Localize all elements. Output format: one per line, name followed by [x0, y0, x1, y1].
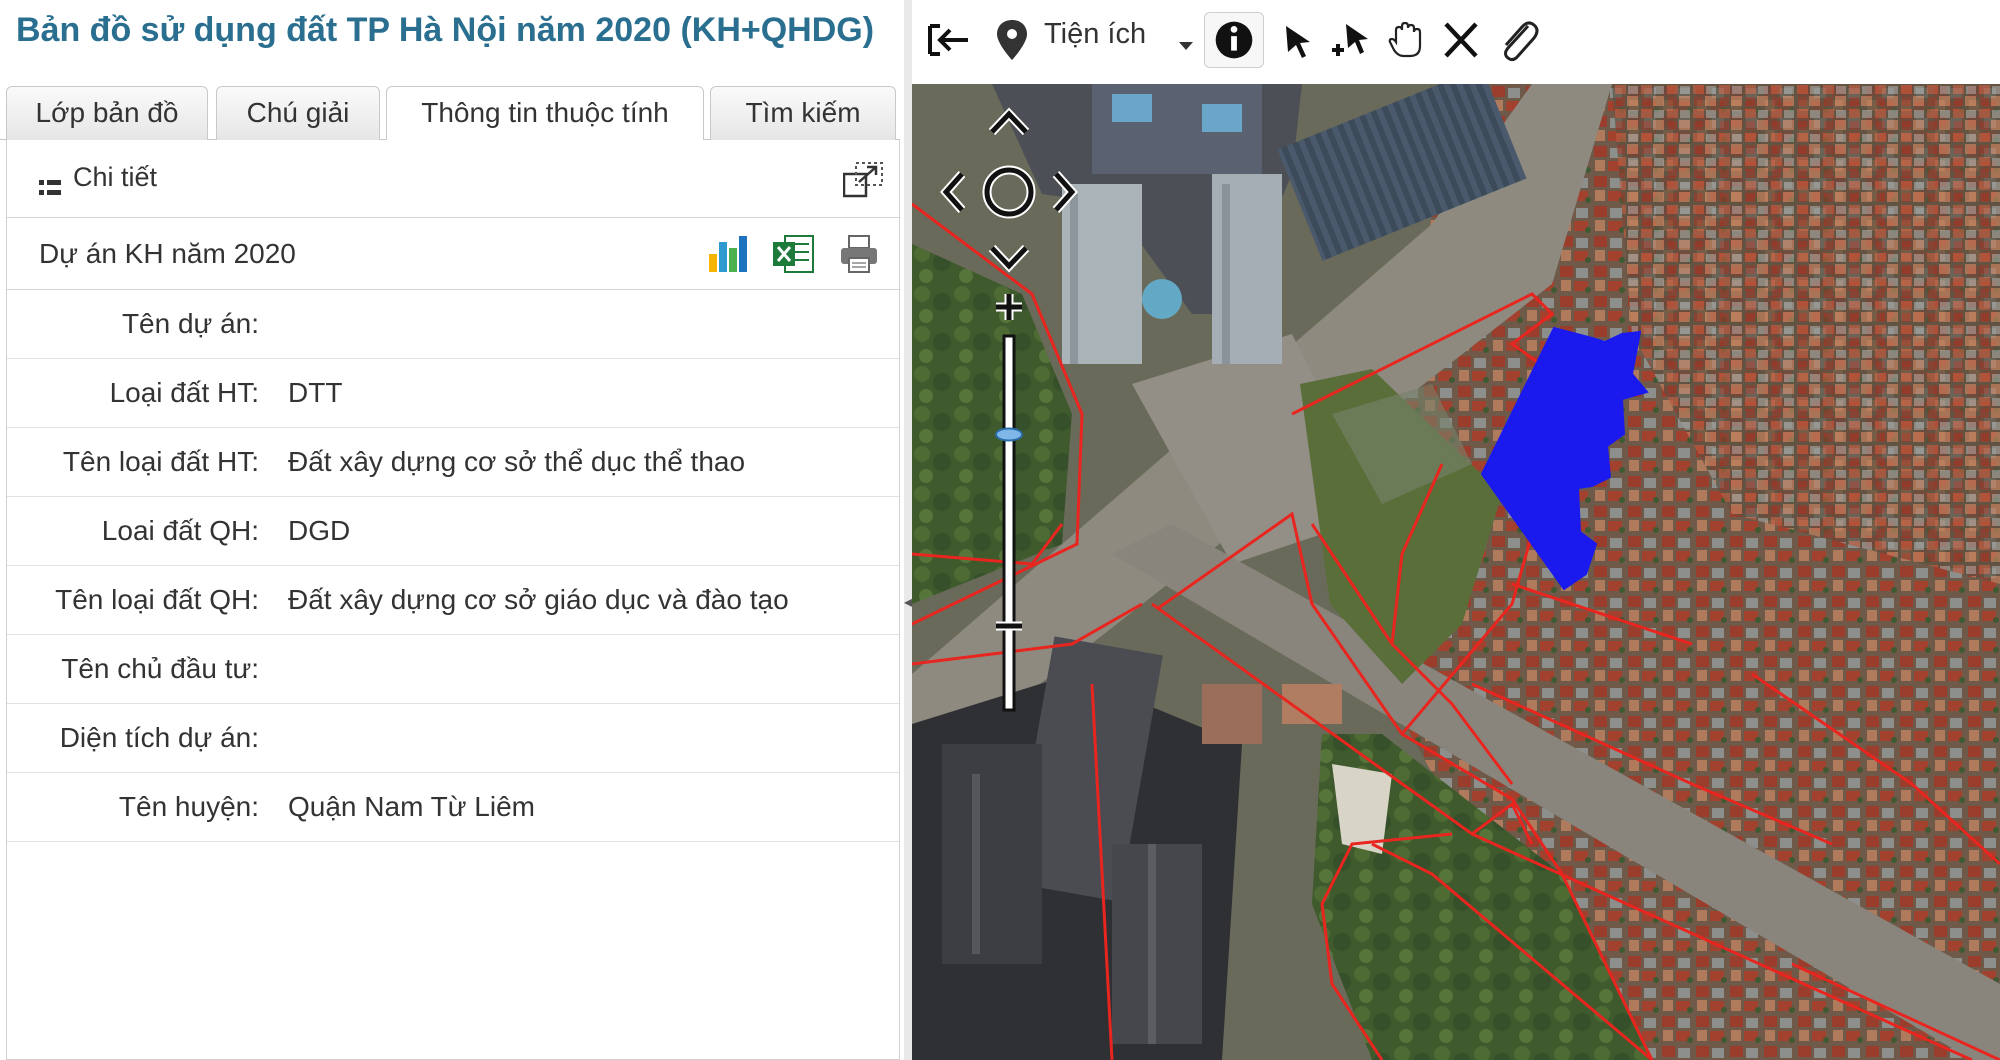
list-icon — [39, 180, 61, 195]
attr-label-investor: Tên chủ đầu tư: — [61, 653, 259, 684]
tab-legend[interactable]: Chú giải — [216, 86, 380, 140]
expand-icon[interactable] — [843, 162, 883, 198]
tab-attribute-info[interactable]: Thông tin thuộc tính — [386, 86, 704, 141]
table-row: Tên huyện: Quận Nam Từ Liêm — [7, 773, 899, 842]
table-row: Diện tích dự án: — [7, 704, 899, 773]
table-row: Tên dự án: — [7, 290, 899, 359]
paperclip-icon[interactable] — [1492, 12, 1542, 68]
excel-export-icon[interactable] — [771, 232, 815, 276]
tab-map-layers[interactable]: Lớp bản đồ — [6, 86, 208, 140]
attribute-panel: Chi tiết Dự án KH năm 2020 Tên dự án: Lo… — [6, 140, 900, 1060]
table-row: Tên loại đất HT: Đất xây dựng cơ sở thể … — [7, 428, 899, 497]
zoom-track[interactable] — [1002, 334, 1016, 712]
detail-label: Chi tiết — [73, 162, 158, 192]
project-header: Dự án KH năm 2020 — [7, 218, 899, 290]
page-title: Bản đồ sử dụng đất TP Hà Nội năm 2020 (K… — [16, 11, 875, 49]
table-row: Loai đất QH: DGD — [7, 497, 899, 566]
tab-search[interactable]: Tìm kiếm — [710, 86, 896, 140]
attr-value-district: Quận Nam Từ Liêm — [288, 791, 535, 822]
table-row: Tên chủ đầu tư: — [7, 635, 899, 704]
map-view[interactable] — [912, 84, 2000, 1060]
bar-chart-icon[interactable] — [705, 232, 749, 276]
attr-value-planned-land-type: DGD — [288, 515, 351, 546]
select-add-icon[interactable] — [1328, 12, 1376, 68]
project-title: Dự án KH năm 2020 — [39, 238, 296, 269]
zoom-thumb[interactable] — [995, 427, 1023, 442]
exit-icon[interactable] — [924, 12, 974, 68]
attr-value-current-land-type: DTT — [288, 377, 343, 408]
attr-label-district: Tên huyện: — [118, 791, 259, 822]
dropdown-icon[interactable] — [1172, 12, 1200, 68]
tab-bar: Lớp bản đồ Chú giải Thông tin thuộc tính… — [0, 80, 900, 141]
pan-hand-icon[interactable] — [1384, 12, 1428, 68]
detail-header: Chi tiết — [7, 140, 899, 218]
table-row: Tên loại đất QH: Đất xây dựng cơ sở giáo… — [7, 566, 899, 635]
collapse-handle-icon[interactable]: ◂ — [904, 588, 912, 618]
attr-label-current-land-type-name: Tên loại đất HT: — [62, 446, 259, 477]
info-icon[interactable] — [1204, 12, 1264, 68]
print-icon[interactable] — [837, 232, 881, 276]
map-toolbar: Tiện ích — [912, 0, 2000, 84]
select-icon[interactable] — [1276, 12, 1320, 68]
attr-label-project-area: Diện tích dự án: — [59, 722, 259, 753]
attr-value-current-land-type-name: Đất xây dựng cơ sở thể dục thể thao — [288, 446, 746, 477]
map-pin-icon[interactable] — [990, 12, 1034, 68]
clear-x-icon[interactable] — [1436, 12, 1486, 68]
attr-value-planned-land-type-name: Đất xây dựng cơ sở giáo dục và đào tạo — [288, 584, 789, 615]
attr-label-current-land-type: Loại đất HT: — [109, 377, 259, 408]
panel-splitter[interactable]: ◂ — [904, 0, 912, 1060]
attr-label-planned-land-type-name: Tên loại đất QH: — [55, 584, 259, 615]
attr-label-project-name: Tên dự án: — [121, 308, 259, 339]
utility-menu-label[interactable]: Tiện ích — [1044, 18, 1146, 51]
left-panel: Bản đồ sử dụng đất TP Hà Nội năm 2020 (K… — [0, 0, 912, 1060]
attribute-table: Tên dự án: Loại đất HT: DTT Tên loại đất… — [7, 290, 899, 842]
satellite-map[interactable] — [912, 84, 2000, 1060]
table-row: Loại đất HT: DTT — [7, 359, 899, 428]
attr-label-planned-land-type: Loai đất QH: — [101, 515, 259, 546]
